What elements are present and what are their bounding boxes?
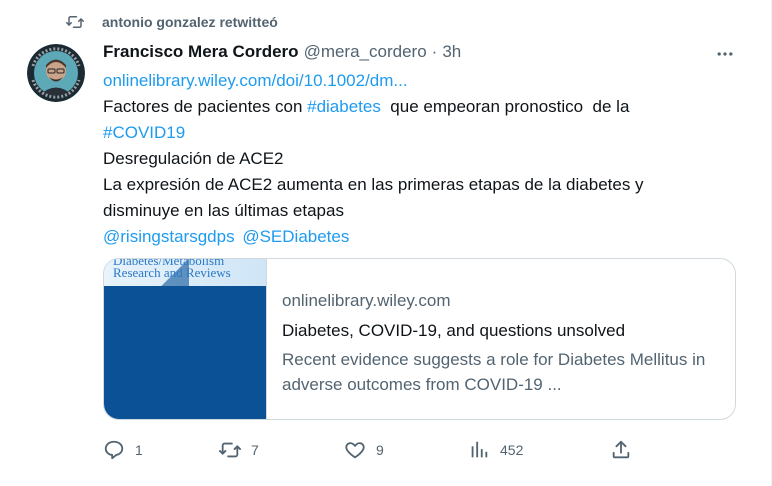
avatar[interactable]	[27, 44, 85, 102]
text-line: Desregulación de ACE2	[103, 149, 284, 168]
retweet-context: antonio gonzalez retwitteó	[66, 10, 278, 34]
author-handle[interactable]: @mera_cordero	[304, 42, 427, 62]
text-line: disminuye en las últimas etapas	[103, 201, 344, 220]
like-button[interactable]: 9	[344, 436, 384, 464]
share-button[interactable]	[610, 436, 632, 464]
author-name[interactable]: Francisco Mera Cordero	[103, 42, 299, 62]
reply-count: 1	[135, 442, 143, 458]
hashtag-covid19[interactable]: #COVID19	[103, 123, 185, 142]
thumbnail-subtitle: Research and Reviews	[113, 265, 231, 280]
retweet-label[interactable]: antonio gonzalez retwitteó	[102, 14, 278, 30]
link-thumbnail: Diabetes/Metabolism Research and Reviews	[104, 259, 267, 419]
link-domain: onlinelibrary.wiley.com	[282, 291, 451, 310]
like-count: 9	[376, 442, 384, 458]
retweet-icon	[66, 16, 84, 28]
more-icon	[717, 52, 733, 56]
hashtag-diabetes[interactable]: #diabetes	[307, 97, 381, 116]
retweet-icon	[219, 442, 241, 458]
text-segment: que empeoran pronostico de la	[380, 97, 630, 116]
reply-icon	[104, 440, 124, 460]
mention-sediabetes[interactable]: @SEDiabetes	[242, 227, 349, 246]
reply-button[interactable]: 1	[103, 436, 143, 464]
separator-dot: ·	[431, 42, 438, 61]
link-description: Recent evidence suggests a role for Diab…	[282, 350, 706, 394]
avatar-image	[27, 44, 85, 102]
tweet-actions: 1 7 9 452	[103, 436, 633, 464]
link-preview-card[interactable]: Diabetes/Metabolism Research and Reviews…	[103, 258, 736, 420]
text-segment: Factores de pacientes con	[103, 97, 308, 116]
view-count: 452	[500, 442, 524, 458]
tweet-link[interactable]: onlinelibrary.wiley.com/doi/10.1002/dm..…	[103, 71, 408, 90]
tweet-timestamp[interactable]: 3h	[442, 42, 461, 62]
link-card-info: onlinelibrary.wiley.com Diabetes, COVID-…	[267, 259, 722, 419]
link-title: Diabetes, COVID-19, and questions unsolv…	[282, 321, 626, 340]
more-options-button[interactable]	[713, 42, 737, 66]
tweet-card[interactable]: antonio gonzalez retwitteó Francisco Mer…	[0, 0, 772, 486]
retweet-count: 7	[251, 442, 259, 458]
tweet-text: onlinelibrary.wiley.com/doi/10.1002/dm..…	[103, 68, 723, 250]
share-icon	[612, 440, 630, 459]
retweet-button[interactable]: 7	[219, 436, 259, 464]
heart-icon	[345, 442, 365, 459]
text-line: La expresión de ACE2 aumenta en las prim…	[103, 175, 644, 194]
views-icon	[471, 441, 488, 458]
views-button[interactable]: 452	[468, 436, 523, 464]
mention-risingstarsgdps[interactable]: @risingstarsgdps	[103, 227, 235, 246]
tweet-header: Francisco Mera Cordero @mera_cordero · 3…	[103, 40, 461, 64]
